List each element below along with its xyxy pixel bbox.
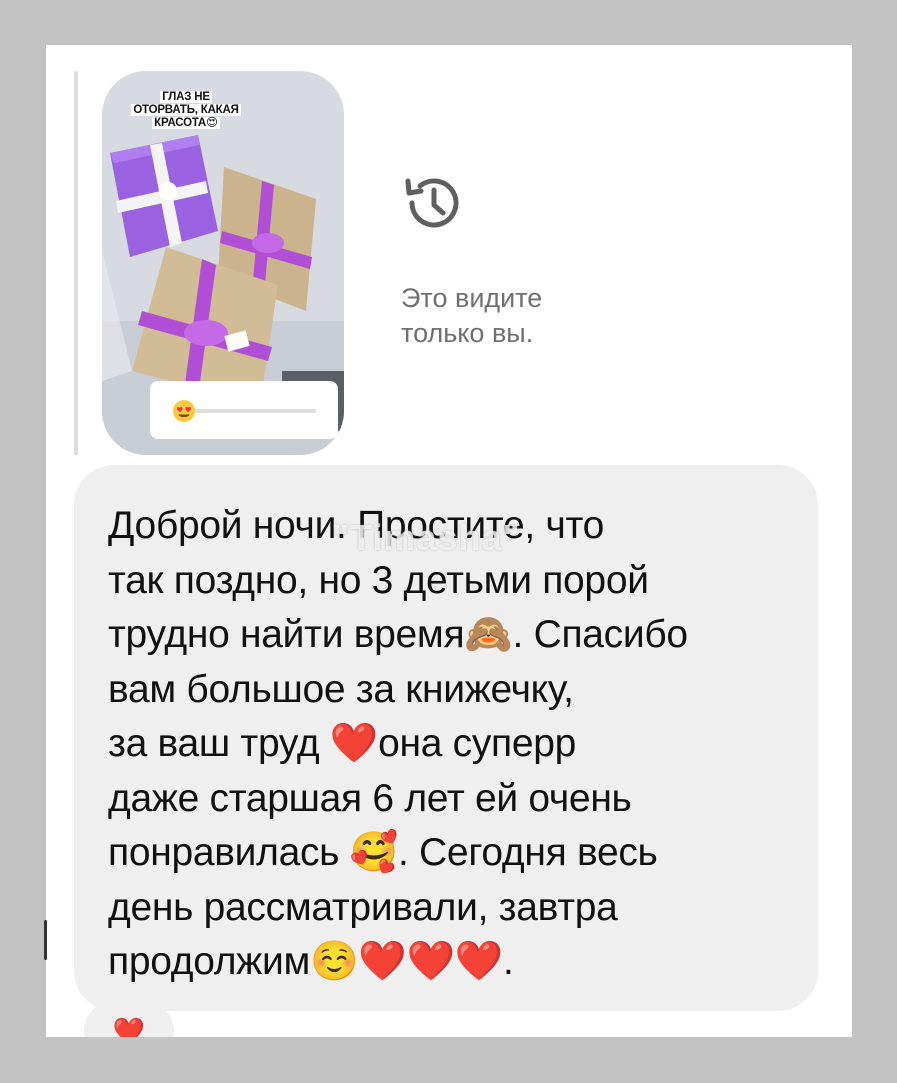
story-caption: ГЛАЗ НЕ ОТОРВАТЬ, КАКАЯ КРАСОТА😍 [116,91,256,130]
heart-eyes-emoji-icon [173,400,195,422]
only-you-notice: Это видите только вы. [401,283,543,348]
history-icon [405,178,459,228]
emoji-slider-track [186,409,316,413]
watermark: "Timasha" [332,517,521,558]
scroll-edge-mark [44,920,47,960]
message-text: Доброй ночи. Простите, что так поздно, н… [108,504,688,983]
message-bubble[interactable]: Доброй ночи. Простите, что так поздно, н… [74,465,818,1011]
story-caption-line-2: ОТОРВАТЬ, КАКАЯ [131,104,241,116]
chat-screen: ГЛАЗ НЕ ОТОРВАТЬ, КАКАЯ КРАСОТА😍 Это вид… [46,45,852,1037]
emoji-slider-sticker [150,381,338,439]
story-caption-line-1: ГЛАЗ НЕ [160,91,212,103]
reaction-badge[interactable]: ❤️ [84,1001,174,1037]
reply-indicator-bar [74,71,78,455]
story-thumbnail[interactable]: ГЛАЗ НЕ ОТОРВАТЬ, КАКАЯ КРАСОТА😍 [102,71,344,455]
heart-reaction-icon: ❤️ [112,1016,146,1037]
story-caption-line-3: КРАСОТА😍 [152,117,220,129]
